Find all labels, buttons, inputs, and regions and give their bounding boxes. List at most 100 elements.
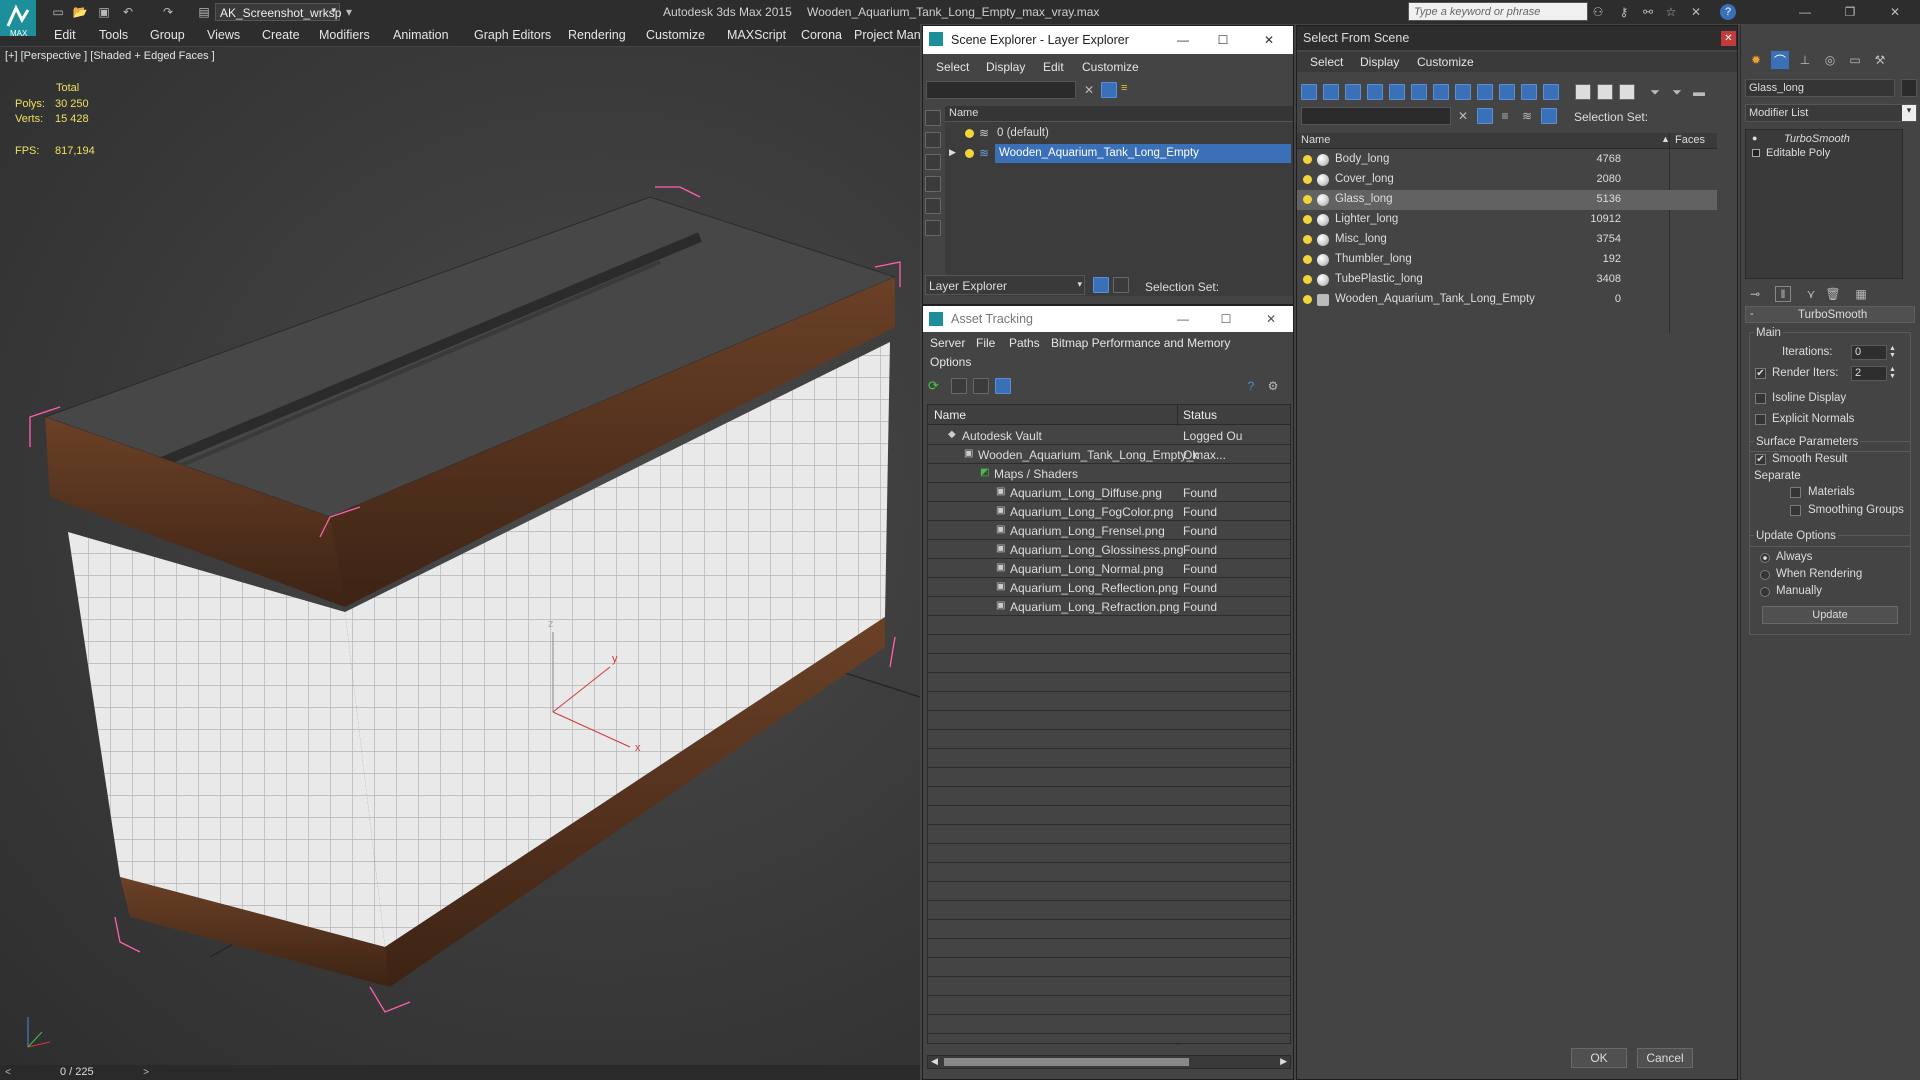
hierarchy-icon[interactable] <box>1541 108 1557 124</box>
display-invert-icon[interactable] <box>1619 84 1635 100</box>
create-tab-icon[interactable]: ✹ <box>1747 51 1765 69</box>
render-iters-checkbox[interactable]: ✔ <box>1755 368 1766 379</box>
asset-row[interactable]: ▣ Aquarium_Long_Diffuse.png Found <box>928 483 1290 502</box>
light-bulb-icon[interactable] <box>1303 175 1312 184</box>
layer-row[interactable]: ≋ 0 (default) <box>945 124 1293 144</box>
asset-row[interactable]: ▣ Aquarium_Long_Frensel.png Found <box>928 521 1290 540</box>
light-bulb-icon[interactable] <box>1303 155 1312 164</box>
exchange-icon[interactable]: ✕ <box>1688 4 1704 20</box>
workspace-dropdown[interactable]: AK_Screenshot_wrksp ▾ <box>215 3 341 21</box>
save-icon[interactable]: ▣ <box>96 4 112 20</box>
motion-tab-icon[interactable]: ◎ <box>1821 51 1839 69</box>
close-icon[interactable]: ✕ <box>1263 311 1279 327</box>
menu-graph-editors[interactable]: Graph Editors <box>474 28 551 42</box>
light-bulb-icon[interactable] <box>1303 275 1312 284</box>
explorer-type-dropdown[interactable]: Layer Explorer ▾ <box>925 275 1085 295</box>
at-menu-paths[interactable]: Paths <box>1009 336 1040 350</box>
help-icon[interactable]: ? <box>1720 4 1736 20</box>
when-rendering-radio[interactable] <box>1760 570 1770 580</box>
display-spacewarps-icon[interactable] <box>1411 84 1427 100</box>
remove-modifier-icon[interactable]: 🗑 <box>1825 286 1841 302</box>
light-bulb-icon[interactable] <box>1303 255 1312 264</box>
make-unique-icon[interactable]: ⋎ <box>1803 286 1819 302</box>
display-geometry-icon[interactable] <box>925 132 941 148</box>
layer-icon[interactable]: ≋ <box>1519 108 1535 124</box>
layer-row-selected[interactable]: ▶ ≋ Wooden_Aquarium_Tank_Long_Empty <box>945 144 1293 164</box>
sort-icon[interactable]: ≡ <box>1497 108 1513 124</box>
object-row[interactable]: Thumbler_long 192 <box>1297 250 1717 270</box>
asset-row[interactable]: ▣ Aquarium_Long_Glossiness.png Found <box>928 540 1290 559</box>
display-bones-icon[interactable] <box>1477 84 1493 100</box>
stack-item-turbosmooth[interactable]: TurboSmooth <box>1784 133 1850 145</box>
display-lights-icon[interactable] <box>1345 84 1361 100</box>
at-menu-server[interactable]: Server <box>930 336 965 350</box>
asset-row[interactable]: ▣ Aquarium_Long_Refraction.png Found <box>928 597 1290 616</box>
help-icon[interactable]: ? <box>1243 378 1259 394</box>
new-file-icon[interactable]: ▭ <box>50 4 66 20</box>
object-row[interactable]: TubePlastic_long 3408 <box>1297 270 1717 290</box>
close-icon[interactable]: ✕ <box>1880 2 1910 22</box>
explicit-normals-checkbox[interactable] <box>1755 414 1766 425</box>
menu-edit[interactable]: Edit <box>54 28 76 42</box>
display-containers-icon[interactable] <box>1499 84 1515 100</box>
binoculars-icon[interactable]: ⚇ <box>1590 4 1606 20</box>
display-helpers-icon[interactable] <box>925 198 941 214</box>
manually-radio[interactable] <box>1760 587 1770 597</box>
search-input[interactable]: Type a keyword or phrase <box>1408 2 1588 21</box>
undo-icon[interactable]: ↶ <box>120 4 136 20</box>
asset-row[interactable]: ◆ Autodesk Vault Logged Ou <box>928 426 1290 445</box>
next-frame-icon[interactable]: > <box>140 1065 152 1080</box>
filter-settings-icon[interactable]: ⏷ <box>1669 84 1685 100</box>
at-menu-file[interactable]: File <box>976 336 995 350</box>
menu-project-manager[interactable]: Project Man <box>854 28 921 42</box>
scene-explorer-titlebar[interactable]: Scene Explorer - Layer Explorer — ☐ ✕ <box>923 26 1293 54</box>
col-name-header[interactable]: Name <box>949 107 978 119</box>
menu-animation[interactable]: Animation <box>393 28 449 42</box>
display-groups-icon[interactable] <box>1433 84 1449 100</box>
menu-tools[interactable]: Tools <box>99 28 128 42</box>
menu-group[interactable]: Group <box>150 28 185 42</box>
scroll-left-icon[interactable]: ◀ <box>931 1056 938 1067</box>
maximize-icon[interactable]: ☐ <box>1215 32 1231 48</box>
maximize-icon[interactable]: ☐ <box>1218 311 1234 327</box>
se-menu-edit[interactable]: Edit <box>1043 60 1064 74</box>
sfs-titlebar[interactable]: Select From Scene ✕ <box>1297 26 1737 50</box>
lightbulb-icon[interactable]: ● <box>1752 133 1757 143</box>
restore-icon[interactable]: ❐ <box>1835 2 1865 22</box>
sfs-menu-customize[interactable]: Customize <box>1417 55 1474 69</box>
minimize-icon[interactable]: — <box>1175 311 1191 327</box>
light-bulb-icon[interactable] <box>1303 295 1312 304</box>
col-name-header[interactable]: Name <box>934 408 966 422</box>
display-xrefs-icon[interactable] <box>1455 84 1471 100</box>
menu-maxscript[interactable]: MAXScript <box>727 28 786 42</box>
display-hidden-icon[interactable] <box>1543 84 1559 100</box>
project-folder-icon[interactable]: ▤ <box>196 4 212 20</box>
cancel-button[interactable]: Cancel <box>1637 1048 1693 1068</box>
object-row[interactable]: Lighter_long 10912 <box>1297 210 1717 230</box>
col-name-header[interactable]: Name <box>1301 134 1330 146</box>
materials-checkbox[interactable] <box>1790 487 1801 498</box>
app-logo[interactable]: MAX <box>0 0 36 38</box>
thumbnail-view-icon[interactable] <box>973 378 989 394</box>
scrollbar-thumb[interactable] <box>944 1058 1189 1066</box>
display-helpers-icon[interactable] <box>1389 84 1405 100</box>
hierarchy-tab-icon[interactable]: ⊥ <box>1796 51 1814 69</box>
connect-icon[interactable]: ⚯ <box>1640 4 1656 20</box>
sfs-menu-select[interactable]: Select <box>1310 55 1343 69</box>
filter-icon[interactable] <box>1477 108 1493 124</box>
col-status-header[interactable]: Status <box>1183 408 1217 422</box>
configure-sets-icon[interactable]: ▦ <box>1853 286 1869 302</box>
layer-explorer-icon[interactable] <box>1093 277 1109 293</box>
display-tab-icon[interactable]: ▭ <box>1846 51 1864 69</box>
iterations-spinner[interactable]: 0 <box>1851 345 1887 360</box>
sfs-menu-display[interactable]: Display <box>1360 55 1399 69</box>
modifier-list-dropdown[interactable]: Modifier List ▾ <box>1745 104 1917 122</box>
render-iters-spinner[interactable]: 2 <box>1851 366 1887 381</box>
menu-create[interactable]: Create <box>262 28 300 42</box>
aquarium-model[interactable]: x y z <box>0 47 920 1065</box>
star-icon[interactable]: ☆ <box>1663 4 1679 20</box>
object-row[interactable]: Body_long 4768 <box>1297 150 1717 170</box>
se-menu-customize[interactable]: Customize <box>1082 60 1139 74</box>
key-icon[interactable]: ⚷ <box>1616 4 1632 20</box>
display-geometry-icon[interactable] <box>1301 84 1317 100</box>
